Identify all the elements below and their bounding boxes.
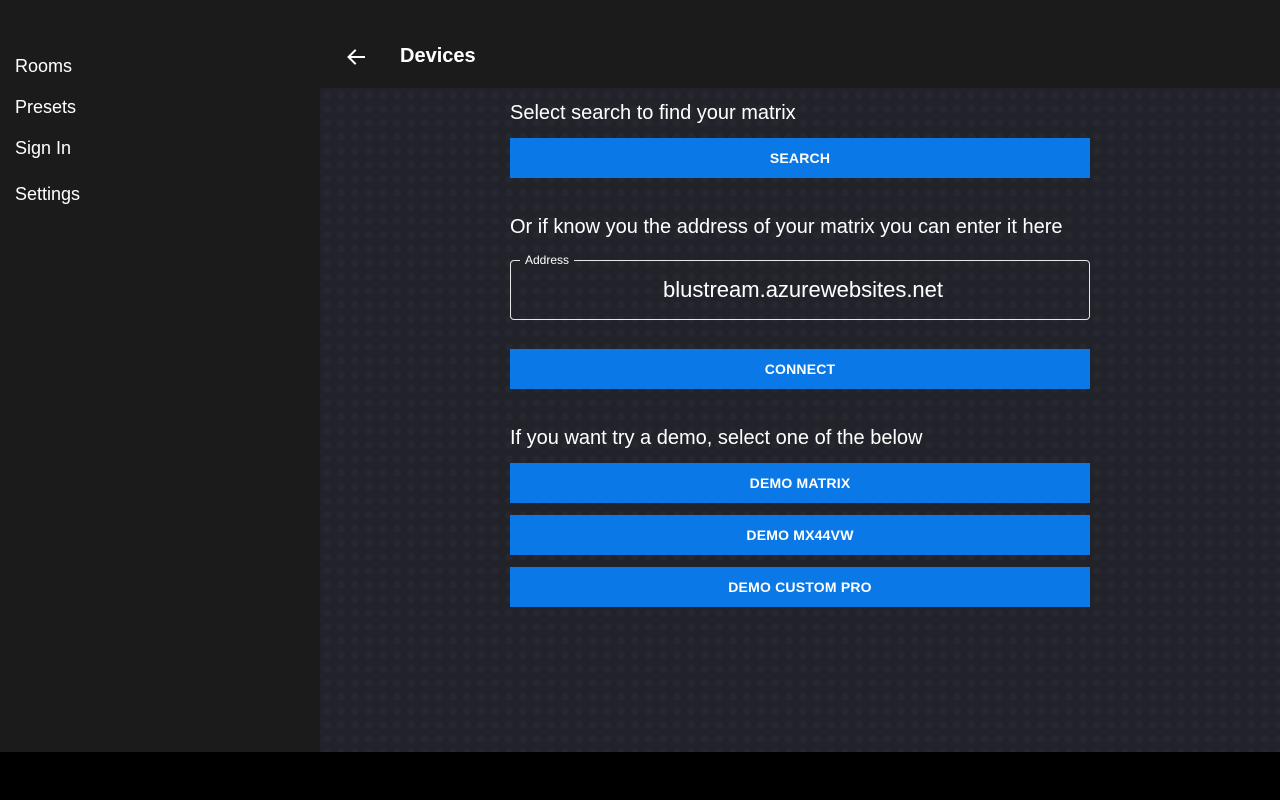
demo-heading: If you want try a demo, select one of th… — [510, 427, 923, 449]
page-title: Devices — [400, 45, 476, 67]
demo-mx44vw-button[interactable]: DEMO MX44VW — [510, 515, 1090, 555]
top-app-bar: Devices — [320, 0, 1280, 88]
search-button[interactable]: SEARCH — [510, 138, 1090, 178]
address-heading: Or if know you the address of your matri… — [510, 216, 1063, 238]
arrow-left-icon — [347, 49, 365, 65]
demo-custom-pro-button[interactable]: DEMO CUSTOM PRO — [510, 567, 1090, 607]
sidebar-item-rooms[interactable]: Rooms — [15, 56, 72, 77]
main-content: Select search to find your matrix SEARCH… — [320, 88, 1280, 752]
demo-matrix-button[interactable]: DEMO MATRIX — [510, 463, 1090, 503]
sidebar-item-sign-in[interactable]: Sign In — [15, 138, 71, 159]
sidebar-item-settings[interactable]: Settings — [15, 184, 80, 205]
app-window: Rooms Presets Sign In Settings Devices S… — [0, 0, 1280, 752]
search-heading: Select search to find your matrix — [510, 102, 796, 124]
sidebar-item-presets[interactable]: Presets — [15, 97, 76, 118]
address-input[interactable] — [511, 261, 1089, 319]
back-button[interactable] — [342, 43, 370, 71]
system-navigation-bar — [0, 752, 1280, 800]
connect-button[interactable]: CONNECT — [510, 349, 1090, 389]
sidebar: Rooms Presets Sign In Settings — [0, 0, 320, 752]
address-field[interactable]: Address — [510, 253, 1090, 320]
